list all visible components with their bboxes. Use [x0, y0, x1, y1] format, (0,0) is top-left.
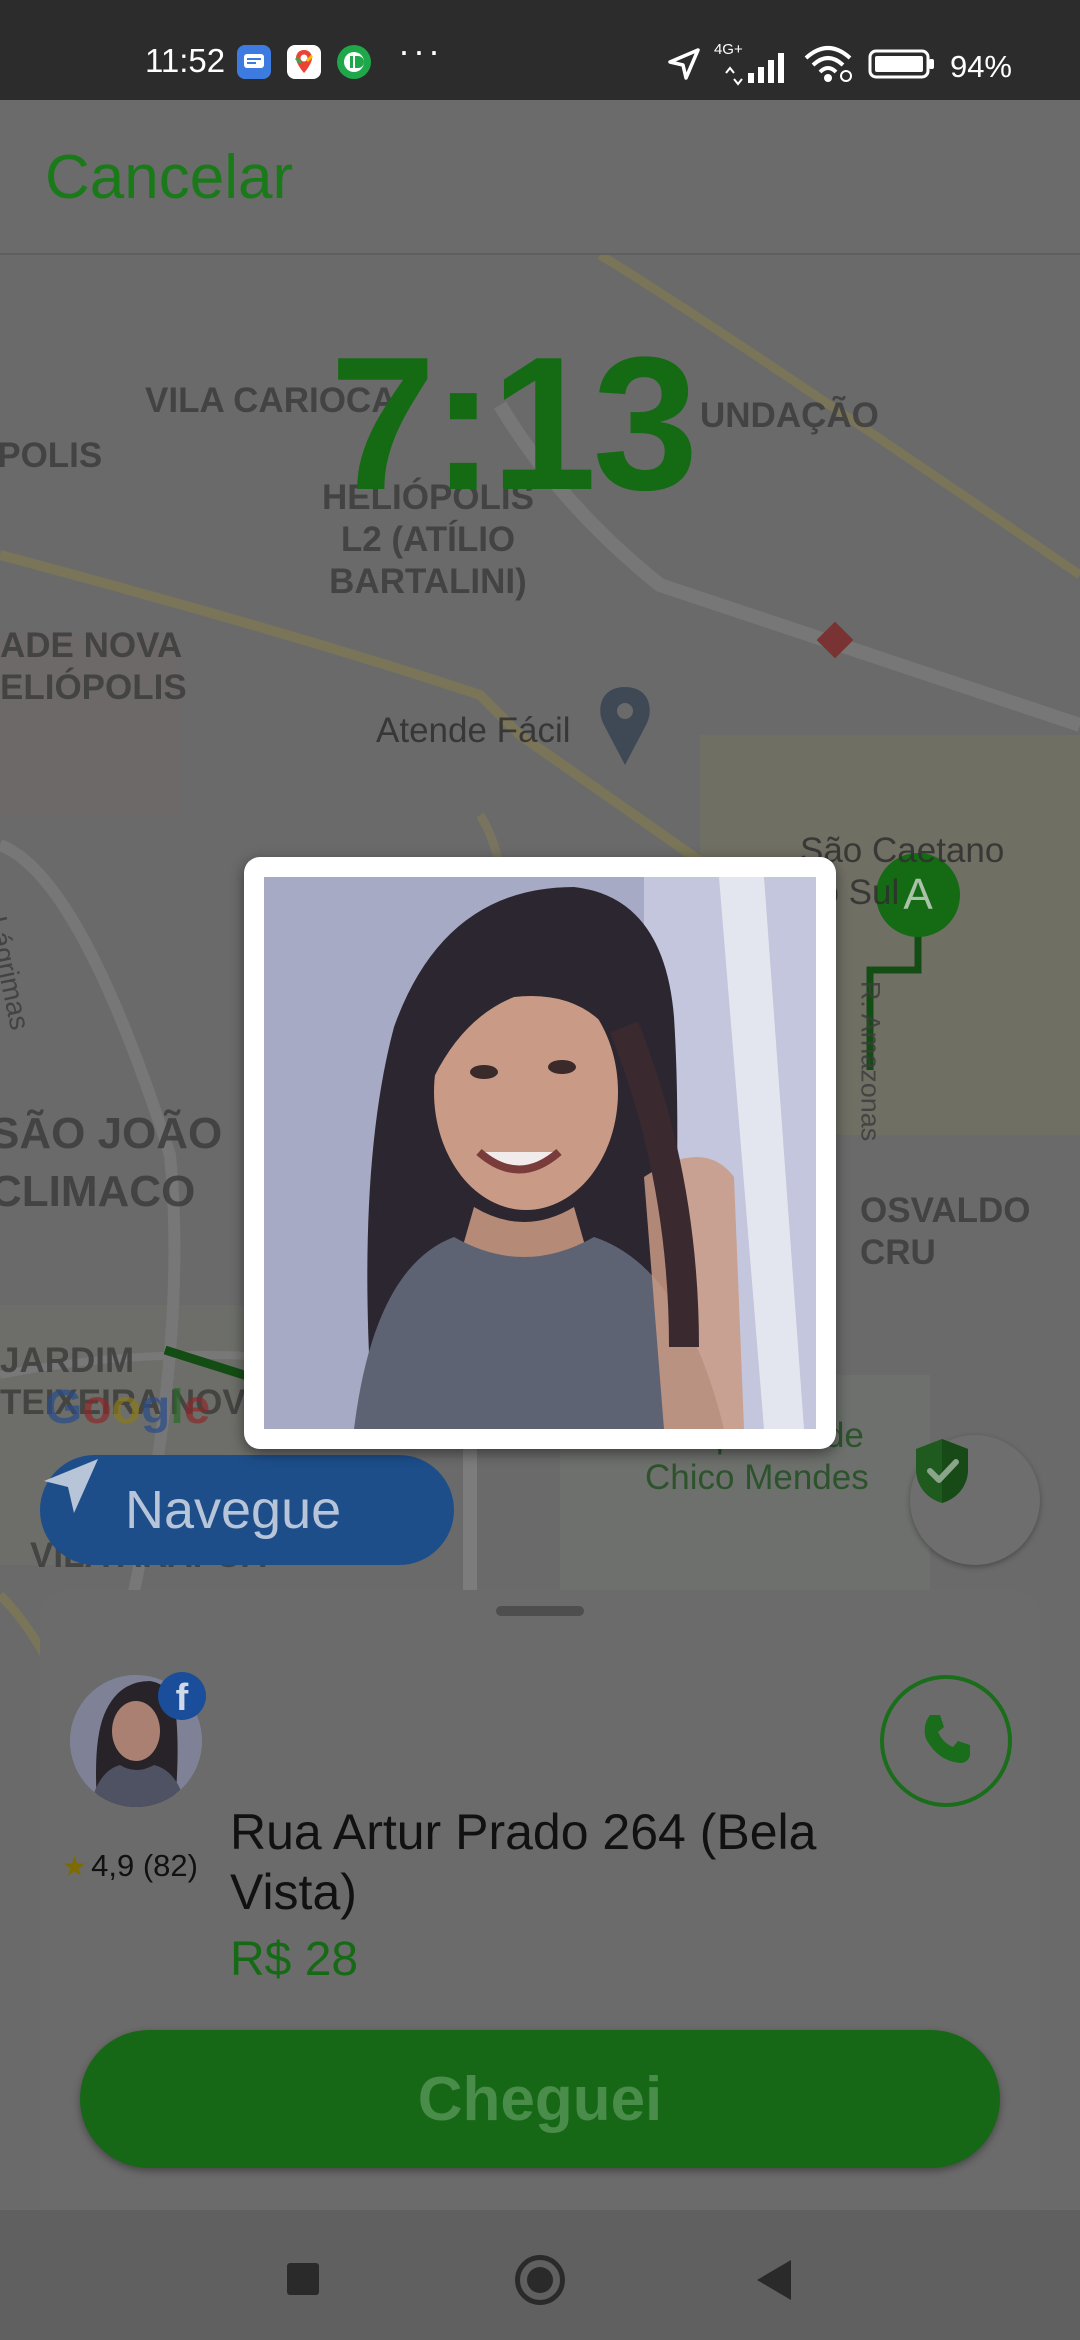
pickup-address: Rua Artur Prado 264 (Bela Vista)	[230, 1804, 817, 1920]
passenger-photo	[264, 877, 816, 1429]
rating-value: 4,9 (82)	[91, 1848, 198, 1883]
more-notifications-icon: ···	[398, 30, 443, 71]
back-button[interactable]	[757, 2260, 791, 2300]
passenger-photo-popup[interactable]	[244, 857, 836, 1449]
map-label-fundacao: UNDAÇÃO	[700, 396, 879, 435]
destination-marker[interactable]: A	[876, 853, 960, 937]
app-icon	[337, 45, 371, 79]
home-button[interactable]	[515, 2255, 565, 2305]
signal-icon: 4G+	[714, 41, 788, 87]
call-button[interactable]	[880, 1675, 1012, 1807]
maps-icon	[287, 45, 321, 79]
destination-marker-label: A	[903, 870, 933, 919]
status-time: 11:52	[145, 42, 226, 79]
map-label-r-amazonas: R. Amazonas	[855, 980, 886, 1142]
battery-icon	[868, 47, 936, 86]
google-logo: Google	[45, 1381, 211, 1434]
passenger-rating: ★ 4,9 (82)	[62, 1848, 198, 1884]
phone-icon	[916, 1709, 976, 1774]
navigate-button[interactable]: Navegue	[40, 1455, 454, 1565]
ride-price: R$ 28	[230, 1933, 359, 1986]
facebook-icon: f	[158, 1672, 206, 1720]
app-header: Cancelar	[0, 100, 1080, 255]
sheet-drag-handle[interactable]	[496, 1606, 584, 1616]
navigate-label: Navegue	[125, 1480, 342, 1540]
ride-bottom-sheet: f ★ 4,9 (82) Rua Artur Prado 264 (Bela V…	[40, 1590, 1040, 2210]
arrived-button[interactable]: Cheguei	[80, 2030, 1000, 2168]
system-nav-bar	[0, 2210, 1080, 2340]
network-type: 4G+	[713, 40, 743, 58]
recents-button[interactable]	[287, 2263, 319, 2295]
countdown-timer: 7:13	[330, 318, 698, 530]
star-icon: ★	[62, 1850, 88, 1882]
status-bar: 11:52 ··· 4G+ 94%	[0, 0, 1080, 100]
cancel-button[interactable]: Cancelar	[45, 142, 293, 213]
wifi-icon	[802, 44, 854, 89]
battery-percent: 94%	[949, 48, 1012, 84]
location-arrow-icon	[664, 44, 704, 89]
messages-icon	[237, 45, 271, 79]
map-label-sao-joao: SÃO JOÃO CLIMACO	[0, 1109, 223, 1216]
map-label-osvaldo: OSVALDO CRU	[860, 1191, 1031, 1272]
map-label-polis: OPOLIS	[0, 436, 103, 475]
safety-shield-button[interactable]	[910, 1435, 1040, 1565]
map-label-ade-nova: ADE NOVA ELIÓPOLIS	[0, 626, 187, 707]
status-right: 4G+ 94%	[664, 41, 1012, 89]
map-label-atende-facil: Atende Fácil	[376, 711, 571, 750]
